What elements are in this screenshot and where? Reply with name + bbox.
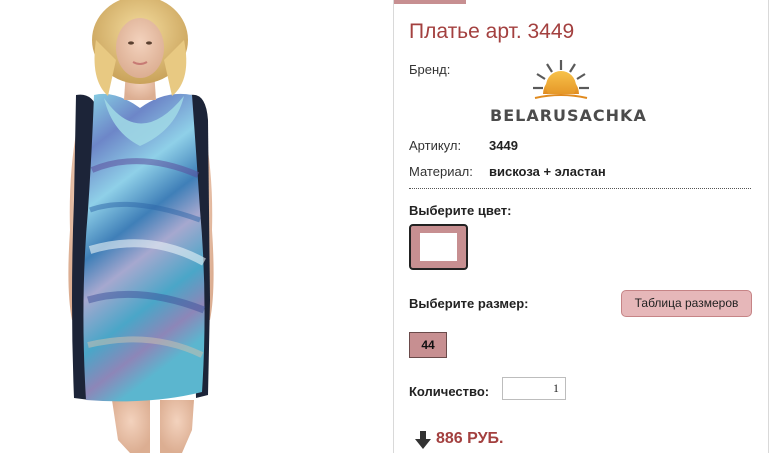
size-chart-button[interactable]: Таблица размеров: [621, 290, 752, 317]
color-select-label: Выберите цвет:: [409, 203, 512, 218]
panel-tab-indicator: [394, 0, 466, 4]
product-photo[interactable]: [0, 0, 366, 453]
material-label: Материал:: [409, 164, 473, 179]
size-select-label: Выберите размер:: [409, 296, 529, 311]
sun-logo-icon: [531, 60, 591, 104]
quantity-input[interactable]: 1: [502, 377, 566, 400]
dress-model-image: [68, 0, 214, 453]
product-info-panel: Платье арт. 3449 Бренд: BELARUSACHKA Арт…: [393, 0, 769, 453]
article-label: Артикул:: [409, 138, 462, 153]
quantity-label: Количество:: [409, 384, 490, 399]
material-value: вискоза + эластан: [489, 164, 606, 179]
divider: [409, 188, 751, 189]
arrow-down-icon: [415, 431, 431, 449]
brand-label: Бренд:: [409, 62, 451, 77]
article-value: 3449: [489, 138, 518, 153]
product-title: Платье арт. 3449: [409, 20, 575, 43]
brand-name: BELARUSACHKA: [490, 106, 647, 125]
color-swatch-fill: [420, 233, 457, 261]
price: 886 РУБ.: [436, 430, 504, 447]
color-swatch[interactable]: [409, 224, 468, 270]
size-option-44[interactable]: 44: [409, 332, 447, 358]
